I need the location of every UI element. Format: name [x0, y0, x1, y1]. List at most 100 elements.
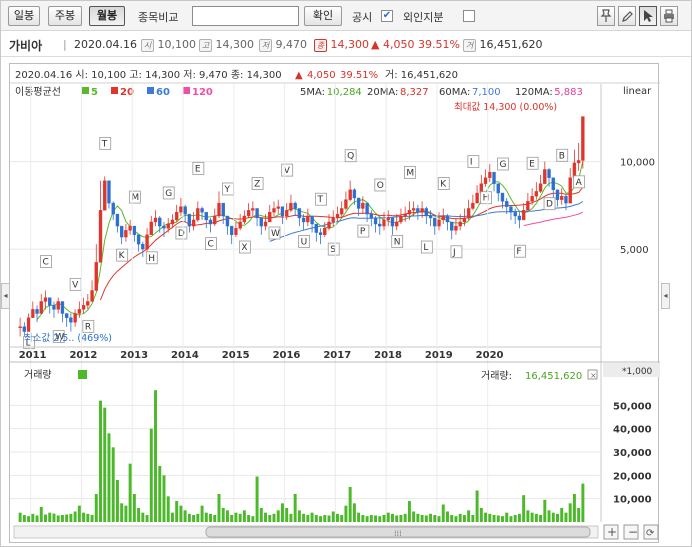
candle-body — [166, 223, 170, 229]
pencil-icon[interactable] — [618, 6, 636, 26]
volume-bar — [132, 494, 136, 522]
volume-bar — [31, 513, 35, 522]
price-volume-chart[interactable]: 2020.04.16 시: 10,100 고: 14,300 저: 9,470 … — [10, 64, 660, 544]
candle-body — [86, 301, 90, 306]
tab-weekly[interactable]: 주봉 — [48, 6, 82, 26]
volume-bar — [217, 494, 221, 522]
event-marker-label: F — [516, 247, 521, 257]
scroll-right-arrow[interactable]: ◂ — [661, 283, 670, 309]
volume-bar — [297, 510, 301, 522]
pin-icon[interactable] — [597, 6, 615, 26]
volume-bar — [170, 512, 174, 522]
volume-bar — [327, 515, 331, 522]
compare-search-input[interactable] — [192, 6, 299, 26]
volume-bar — [340, 515, 344, 522]
event-marker-label: V — [72, 280, 79, 290]
candle-body — [301, 217, 306, 223]
stock-name: 가비아 — [9, 39, 43, 53]
volume-bar — [314, 515, 318, 522]
volume-bar — [103, 407, 107, 522]
event-marker-label: J — [452, 248, 456, 258]
confirm-button[interactable]: 확인 — [304, 6, 342, 26]
event-marker-label: B — [559, 151, 565, 161]
candle-body — [52, 305, 56, 310]
tab-monthly[interactable]: 월봉 — [89, 6, 125, 26]
disclosure-checkbox[interactable]: ✔ — [381, 10, 393, 22]
candle-body — [441, 215, 445, 221]
candle-body — [119, 225, 124, 238]
candle-body — [103, 180, 107, 211]
volume-bar — [285, 508, 289, 522]
ma-value-0: 10,284 — [327, 87, 362, 98]
candle-body — [483, 177, 488, 184]
candle-body — [318, 232, 323, 235]
event-marker-label: N — [394, 237, 401, 247]
volume-bar — [82, 512, 86, 522]
volume-bar — [462, 515, 466, 522]
volume-bar — [534, 513, 538, 522]
print-icon[interactable] — [660, 6, 678, 26]
volume-panel-title: 거래량 — [24, 369, 52, 381]
event-marker-label: W — [271, 229, 280, 239]
volume-bar — [39, 506, 43, 522]
volume-bar — [556, 513, 559, 522]
chart-frame: 2020.04.16 시: 10,100 고: 14,300 저: 9,470 … — [9, 63, 660, 544]
refresh-icon: ⟳ — [646, 528, 655, 539]
event-marker-label: O — [377, 181, 384, 191]
volume-bar — [365, 516, 369, 522]
chart-header-volume: 거: 16,451,620 — [385, 69, 458, 81]
volume-bar — [107, 433, 111, 522]
candle-body — [48, 297, 52, 306]
cursor-icon[interactable] — [639, 6, 657, 26]
volume-bar — [551, 512, 555, 522]
candle-body — [517, 215, 522, 221]
volume-bar — [73, 511, 77, 522]
volume-bar — [509, 516, 513, 522]
foreign-ownership-checkbox[interactable] — [463, 10, 475, 22]
candle-body — [310, 215, 314, 225]
event-marker-label: C — [208, 240, 214, 250]
volume-bar — [162, 475, 166, 522]
candle-body — [18, 326, 22, 328]
candle-body — [395, 221, 399, 227]
volume-tick-label: 20,000 — [613, 471, 652, 482]
volume-value-label: 거래량: — [481, 370, 512, 382]
candle-body — [543, 169, 547, 184]
candle-body — [373, 217, 378, 225]
candle-body — [348, 189, 352, 200]
foreign-ownership-label: 외인지분 — [403, 11, 444, 24]
volume-tick-label: 40,000 — [613, 425, 652, 436]
volume-bar — [577, 508, 581, 522]
price-change: ▲ 4,050 39.51% — [371, 38, 460, 51]
volume-tick-label: 30,000 — [613, 448, 652, 459]
volume-bar — [179, 505, 183, 522]
candle-body — [107, 180, 111, 204]
candle-body — [327, 221, 331, 229]
toolbar: 일봉 주봉 월봉 종목비교 확인 공시 ✔ 외인지분 — [1, 1, 691, 31]
volume-bar — [69, 513, 73, 522]
candle-body — [496, 183, 500, 194]
volume-bar — [564, 512, 568, 522]
volume-legend-swatch — [78, 370, 87, 379]
volume-bar — [99, 400, 102, 522]
volume-bar — [115, 480, 119, 522]
scroll-left-arrow[interactable]: ◂ — [1, 283, 10, 309]
candle-body — [98, 210, 103, 263]
candle-body — [22, 326, 27, 332]
volume-bar — [323, 515, 327, 522]
candle-body — [297, 208, 302, 219]
candle-body — [551, 177, 555, 191]
tab-daily[interactable]: 일봉 — [8, 6, 40, 26]
scale-mode-label[interactable]: linear — [623, 86, 652, 97]
candle-body — [581, 116, 585, 161]
high-price: 고 14,300 — [199, 38, 254, 52]
volume-bar — [196, 513, 200, 522]
volume-bar — [137, 508, 141, 522]
low-badge-icon: 저 — [259, 39, 272, 52]
volume-bar — [302, 513, 306, 522]
event-marker-label: P — [360, 227, 366, 237]
volume-bar — [361, 515, 365, 522]
volume-bar — [475, 490, 479, 522]
ma-value-label-3: 120MA: — [515, 87, 553, 98]
volume-bar — [543, 499, 547, 522]
